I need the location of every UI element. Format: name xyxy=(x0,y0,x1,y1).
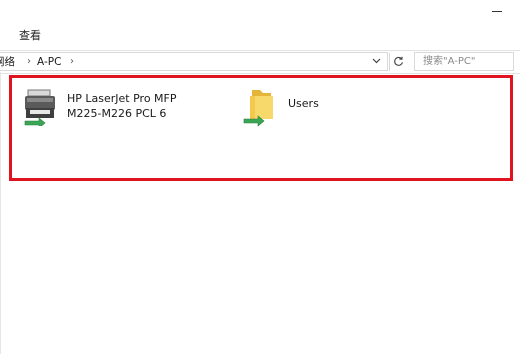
users-label: Users xyxy=(288,97,319,110)
address-bar: 网络 › A-PC › 搜索"A-PC" xyxy=(0,50,520,74)
refresh-icon xyxy=(393,56,403,66)
printer-label: HP LaserJet Pro MFP M225-M226 PCL 6 xyxy=(67,92,177,120)
refresh-button[interactable] xyxy=(389,53,406,71)
ribbon-tab-view[interactable]: 查看 xyxy=(19,27,41,43)
title-bar xyxy=(0,0,520,22)
breadcrumb-network[interactable]: 网络 xyxy=(0,53,15,71)
search-input[interactable]: 搜索"A-PC" xyxy=(414,52,514,71)
address-box[interactable]: 网络 › A-PC › xyxy=(0,52,388,71)
minimize-button[interactable] xyxy=(492,11,502,12)
breadcrumb-a-pc[interactable]: A-PC xyxy=(37,53,61,71)
address-dropdown-button[interactable] xyxy=(370,54,382,70)
printer-item[interactable]: HP LaserJet Pro MFP M225-M226 PCL 6 xyxy=(22,88,222,128)
breadcrumb-separator[interactable]: › xyxy=(70,53,74,71)
users-folder-item[interactable]: Users xyxy=(242,84,382,128)
network-printer-icon xyxy=(24,89,55,126)
navigation-pane-edge xyxy=(0,72,1,354)
breadcrumb-separator[interactable]: › xyxy=(27,53,31,71)
shared-folder-icon xyxy=(243,90,273,127)
chevron-down-icon xyxy=(372,58,380,64)
